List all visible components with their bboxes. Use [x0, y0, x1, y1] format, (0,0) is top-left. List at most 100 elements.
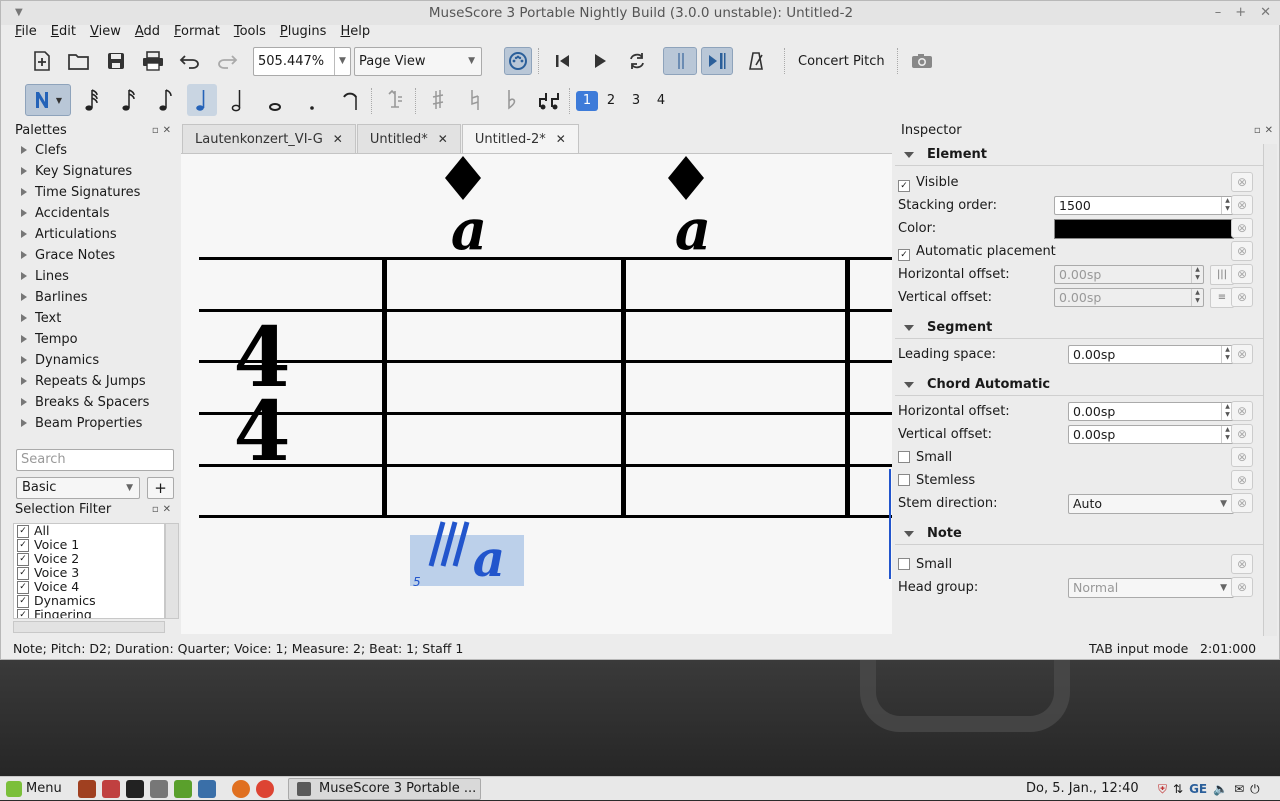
- reset-icon[interactable]: ⊗: [1231, 195, 1253, 215]
- reset-icon[interactable]: ⊗: [1231, 447, 1253, 467]
- 32nd-note-icon[interactable]: [114, 84, 144, 116]
- note-small-checkbox[interactable]: [898, 558, 910, 570]
- menu-format[interactable]: Format: [174, 22, 220, 42]
- section-segment[interactable]: Segment: [895, 317, 1263, 339]
- voice-swap-icon[interactable]: [534, 84, 564, 116]
- leading-space-input[interactable]: 0.00sp ▲ ▼: [1068, 345, 1234, 364]
- palette-grace-notes[interactable]: Grace Notes: [9, 245, 181, 266]
- reset-icon[interactable]: ⊗: [1231, 287, 1253, 307]
- reset-icon[interactable]: ⊗: [1231, 172, 1253, 192]
- camera-icon[interactable]: [908, 47, 936, 75]
- score-canvas[interactable]: a a 4 4 a 5: [181, 153, 892, 634]
- close-window-icon[interactable]: ✕: [1260, 1, 1271, 25]
- tab-untitled-2[interactable]: Untitled-2* ✕: [461, 124, 579, 155]
- voice-1-button[interactable]: 1: [576, 91, 598, 111]
- midi-input-toggle[interactable]: [504, 47, 532, 75]
- sharp-icon[interactable]: [423, 84, 453, 116]
- diamond-notehead[interactable]: [668, 156, 704, 200]
- save-icon[interactable]: [102, 47, 130, 75]
- reset-icon[interactable]: ⊗: [1231, 470, 1253, 490]
- panel-controls[interactable]: ▫✕: [152, 501, 175, 519]
- palette-repeats-jumps[interactable]: Repeats & Jumps: [9, 371, 181, 392]
- menu-tools[interactable]: Tools: [234, 22, 266, 42]
- pan-score-toggle[interactable]: [701, 47, 733, 75]
- selected-note[interactable]: a 5: [410, 521, 524, 589]
- keyboard-layout[interactable]: GE: [1189, 779, 1207, 799]
- palette-lines[interactable]: Lines: [9, 266, 181, 287]
- note-input-mode-button[interactable]: ▼: [25, 84, 71, 116]
- rest-icon[interactable]: [335, 84, 365, 116]
- app-launcher-icon[interactable]: [198, 780, 216, 798]
- print-icon[interactable]: [139, 47, 167, 75]
- panel-controls[interactable]: ▫✕: [152, 122, 175, 140]
- redo-icon[interactable]: [213, 47, 241, 75]
- start-menu-button[interactable]: Menu: [4, 779, 62, 799]
- reset-icon[interactable]: ⊗: [1231, 577, 1253, 597]
- visible-checkbox[interactable]: ✓: [898, 180, 910, 192]
- open-file-icon[interactable]: [65, 47, 93, 75]
- diamond-notehead[interactable]: [445, 156, 481, 200]
- palette-breaks-spacers[interactable]: Breaks & Spacers: [9, 392, 181, 413]
- whole-note-icon[interactable]: [260, 84, 290, 116]
- 16th-note-icon[interactable]: [151, 84, 181, 116]
- stacking-order-input[interactable]: 1500 ▲ ▼: [1054, 196, 1234, 215]
- reset-icon[interactable]: ⊗: [1231, 424, 1253, 444]
- selection-filter-hscrollbar[interactable]: [13, 621, 165, 633]
- tab-lautenkonzert[interactable]: Lautenkonzert_VI-G ✕: [182, 124, 356, 154]
- filter-fingering[interactable]: Fingering: [14, 608, 164, 618]
- filter-voice-3[interactable]: Voice 3: [14, 566, 164, 580]
- reset-icon[interactable]: ⊗: [1231, 344, 1253, 364]
- time-signature-denominator[interactable]: 4: [233, 384, 290, 480]
- chrome-icon[interactable]: [256, 780, 274, 798]
- stemless-checkbox[interactable]: [898, 474, 910, 486]
- menu-view[interactable]: View: [90, 22, 121, 42]
- palette-clefs[interactable]: Clefs: [9, 140, 181, 161]
- add-workspace-button[interactable]: +: [147, 477, 174, 499]
- concert-pitch-button[interactable]: Concert Pitch: [798, 54, 885, 69]
- quarter-note-icon[interactable]: [187, 84, 217, 116]
- selection-filter-scrollbar[interactable]: [165, 523, 179, 619]
- reset-icon[interactable]: ⊗: [1231, 401, 1253, 421]
- reset-icon[interactable]: ⊗: [1231, 554, 1253, 574]
- menu-file[interactable]: File: [15, 22, 37, 42]
- palette-tempo[interactable]: Tempo: [9, 329, 181, 350]
- palette-text[interactable]: Text: [9, 308, 181, 329]
- filter-voice-4[interactable]: Voice 4: [14, 580, 164, 594]
- power-icon[interactable]: ⏻: [1250, 779, 1260, 799]
- palette-dynamics[interactable]: Dynamics: [9, 350, 181, 371]
- 64th-note-icon[interactable]: [77, 84, 107, 116]
- filter-voice-1[interactable]: Voice 1: [14, 538, 164, 552]
- section-note[interactable]: Note: [895, 523, 1263, 545]
- qt-icon[interactable]: [174, 780, 192, 798]
- color-picker[interactable]: [1054, 219, 1234, 239]
- chord-small-checkbox[interactable]: [898, 451, 910, 463]
- close-icon[interactable]: ✕: [438, 132, 448, 146]
- workspace-select[interactable]: Basic ▼: [16, 477, 140, 499]
- rewind-icon[interactable]: [549, 47, 577, 75]
- menu-add[interactable]: Add: [135, 22, 160, 42]
- palette-beam-properties[interactable]: Beam Properties: [9, 413, 181, 434]
- reset-icon[interactable]: ⊗: [1231, 241, 1253, 261]
- play-icon[interactable]: [586, 47, 614, 75]
- minimize-icon[interactable]: –: [1215, 1, 1222, 25]
- launcher-icon[interactable]: [102, 780, 120, 798]
- half-note-icon[interactable]: [223, 84, 253, 116]
- palette-time-signatures[interactable]: Time Signatures: [9, 182, 181, 203]
- spin-arrows-icon[interactable]: ▲ ▼: [1191, 289, 1203, 306]
- inspector-scrollbar[interactable]: [1263, 144, 1277, 636]
- stem-direction-select[interactable]: Auto ▼: [1068, 494, 1234, 514]
- augmentation-dot-icon[interactable]: [297, 84, 327, 116]
- section-chord[interactable]: Chord Automatic: [895, 374, 1263, 396]
- tab-fret-letter[interactable]: a: [451, 197, 487, 263]
- filter-dynamics[interactable]: Dynamics: [14, 594, 164, 608]
- firefox-icon[interactable]: [232, 780, 250, 798]
- reset-icon[interactable]: ⊗: [1231, 218, 1253, 238]
- flat-icon[interactable]: [497, 84, 527, 116]
- flip-direction-icon[interactable]: [380, 84, 410, 116]
- view-mode-combobox[interactable]: Page View ▼: [354, 47, 482, 76]
- voice-3-button[interactable]: 3: [625, 91, 647, 111]
- tab-fret-letter[interactable]: a: [675, 197, 711, 263]
- launcher-icon[interactable]: [78, 780, 96, 798]
- menu-plugins[interactable]: Plugins: [280, 22, 327, 42]
- auto-placement-checkbox[interactable]: ✓: [898, 249, 910, 261]
